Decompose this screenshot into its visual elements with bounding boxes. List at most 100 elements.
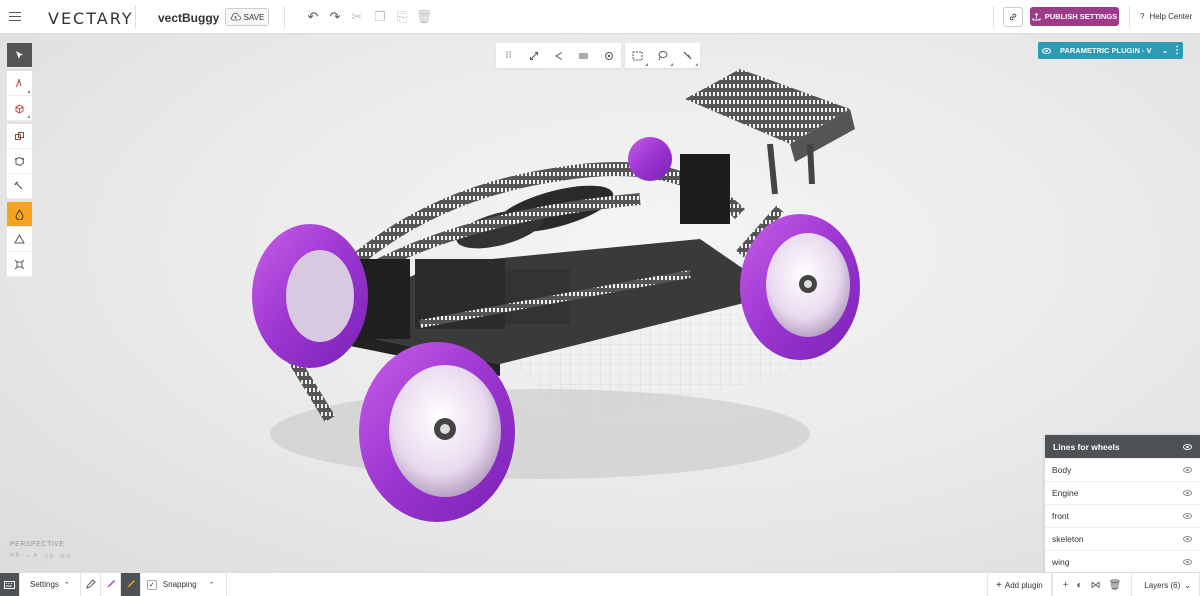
angle-tool[interactable] xyxy=(546,43,571,68)
eye-icon[interactable] xyxy=(1183,536,1192,542)
publish-settings-button[interactable]: PUBLISH SETTINGS xyxy=(1030,7,1119,26)
merge-icon[interactable]: ⋈ xyxy=(1091,580,1101,591)
snapping-checkbox[interactable]: ✓ xyxy=(146,579,157,590)
layer-label: Engine xyxy=(1052,488,1079,498)
paint-select-tool[interactable] xyxy=(675,43,700,68)
divider xyxy=(135,6,136,28)
select-tool[interactable] xyxy=(7,43,32,68)
dots-icon: ⁝⁝ xyxy=(505,50,512,61)
layer-item-selected[interactable]: Lines for wheels xyxy=(1045,435,1200,458)
eye-icon[interactable] xyxy=(1183,513,1192,519)
paint-select-icon xyxy=(683,51,692,60)
keyboard-button[interactable] xyxy=(0,572,20,596)
save-button[interactable]: SAVE xyxy=(225,8,269,26)
wrench-icon xyxy=(14,180,23,189)
move-tool[interactable] xyxy=(521,43,546,68)
divider xyxy=(284,6,285,28)
contrast-icon[interactable]: ◐ xyxy=(1077,580,1083,591)
more-vertical-icon[interactable]: ⋮ xyxy=(1171,45,1183,56)
menu-icon[interactable] xyxy=(0,0,30,34)
stack-icon xyxy=(579,53,588,58)
add-plugin-label: Add plugin xyxy=(1004,580,1043,590)
subdivide-tool[interactable] xyxy=(7,149,32,174)
help-label: Help Center xyxy=(1149,12,1193,21)
help-icon: ? xyxy=(1140,12,1145,21)
scene-stats: ⌗ 8 ↔ 4 ◁ 0 ⊙ 0 xyxy=(10,552,70,560)
layer-item[interactable]: Engine xyxy=(1045,481,1200,504)
target-tool[interactable] xyxy=(596,43,621,68)
stat-edges: ↔ 4 xyxy=(25,552,38,559)
eye-icon[interactable] xyxy=(1183,467,1192,473)
cube-icon xyxy=(15,103,24,114)
pen-icon xyxy=(15,78,22,87)
app-logo: VECTARY xyxy=(48,9,134,28)
3d-viewport[interactable]: ⁝⁝ PARAMETRIC PLUGIN - V ⌄ ⋮ PERSPECTIVE… xyxy=(0,34,1200,572)
transform-tool[interactable] xyxy=(7,252,32,277)
draw-mode-button[interactable] xyxy=(81,572,101,596)
trash-icon[interactable]: 🗑 xyxy=(1109,580,1122,591)
eye-icon[interactable] xyxy=(1038,47,1054,54)
material-tool[interactable] xyxy=(7,202,32,227)
paste-icon[interactable]: ⎘ xyxy=(394,9,410,25)
layer-item[interactable]: Body xyxy=(1045,458,1200,481)
layer-tools: + ◐ ⋈ 🗑 xyxy=(1051,573,1132,596)
divider xyxy=(1129,6,1130,28)
redo-icon[interactable]: ↷ xyxy=(327,9,343,25)
rect-select-icon xyxy=(632,51,643,60)
warning-tool[interactable] xyxy=(7,227,32,252)
left-toolbar xyxy=(7,43,32,277)
undo-icon[interactable]: ↶ xyxy=(305,9,321,25)
eye-icon[interactable] xyxy=(1183,559,1192,565)
settings-label: Settings xyxy=(30,580,59,589)
parametric-plugin-selector[interactable]: PARAMETRIC PLUGIN - V ⌄ ⋮ xyxy=(1038,42,1183,59)
lasso-icon xyxy=(658,51,668,61)
subdivide-icon xyxy=(15,156,25,166)
project-name[interactable]: vectBuggy xyxy=(158,11,219,25)
brush-icon xyxy=(106,580,115,588)
layers-tool[interactable] xyxy=(571,43,596,68)
help-center-link[interactable]: ? Help Center xyxy=(1140,12,1192,21)
layers-count-label: Layers (6) xyxy=(1144,580,1181,590)
chevron-up-icon: ⌃ xyxy=(208,581,215,589)
add-plugin-button[interactable]: + Add plugin xyxy=(987,573,1052,596)
pen-tool[interactable] xyxy=(7,71,32,96)
layers-dropdown[interactable]: Layers (6) ⌄ xyxy=(1131,573,1200,596)
stat-points: ⊙ 0 xyxy=(59,553,71,560)
eye-icon[interactable] xyxy=(1183,490,1192,496)
camera-label[interactable]: PERSPECTIVE xyxy=(10,541,65,548)
layer-item[interactable]: skeleton xyxy=(1045,527,1200,550)
grid-snap-tool[interactable]: ⁝⁝ xyxy=(496,43,521,68)
save-label: SAVE xyxy=(243,12,265,22)
layers-panel: Lines for wheels Body Engine front skele… xyxy=(1045,435,1200,572)
settings-dropdown[interactable]: Settings ⌃ xyxy=(20,572,81,596)
layer-item[interactable]: front xyxy=(1045,504,1200,527)
boolean-tool[interactable] xyxy=(7,124,32,149)
plugin-label: PARAMETRIC PLUGIN - V xyxy=(1060,46,1152,55)
primitive-tool[interactable] xyxy=(7,96,32,121)
upload-icon xyxy=(1032,12,1041,21)
paint-mode-button[interactable] xyxy=(120,572,141,596)
link-icon xyxy=(1009,13,1017,21)
buggy-3d-model[interactable] xyxy=(0,34,1200,572)
bend-tool[interactable] xyxy=(7,174,32,199)
top-bar: VECTARY vectBuggy SAVE ↶ ↷ ✂ ❐ ⎘ 🗑 PUBLI… xyxy=(0,0,1200,34)
rect-select-tool[interactable] xyxy=(625,43,650,68)
chevron-down-icon[interactable]: ⌄ xyxy=(1159,46,1171,55)
lasso-tool[interactable] xyxy=(650,43,675,68)
share-link-button[interactable] xyxy=(1003,7,1023,27)
publish-label: PUBLISH SETTINGS xyxy=(1044,12,1118,21)
trash-icon[interactable]: 🗑 xyxy=(416,9,433,25)
add-layer-icon[interactable]: + xyxy=(1063,580,1069,591)
eye-icon[interactable] xyxy=(1183,443,1192,450)
copy-icon[interactable]: ❐ xyxy=(372,9,388,25)
boolean-icon xyxy=(15,131,24,140)
brush-mode-button[interactable] xyxy=(101,572,121,596)
snapping-label: Snapping xyxy=(162,580,197,589)
snapping-toggle[interactable]: ✓ Snapping ⌃ xyxy=(141,572,228,596)
layer-label: front xyxy=(1052,511,1070,521)
layer-item[interactable]: wing xyxy=(1045,550,1200,572)
wheel-front-right xyxy=(359,342,515,522)
cursor-icon xyxy=(16,51,23,59)
cut-icon[interactable]: ✂ xyxy=(349,9,365,25)
layer-label: wing xyxy=(1052,557,1070,567)
